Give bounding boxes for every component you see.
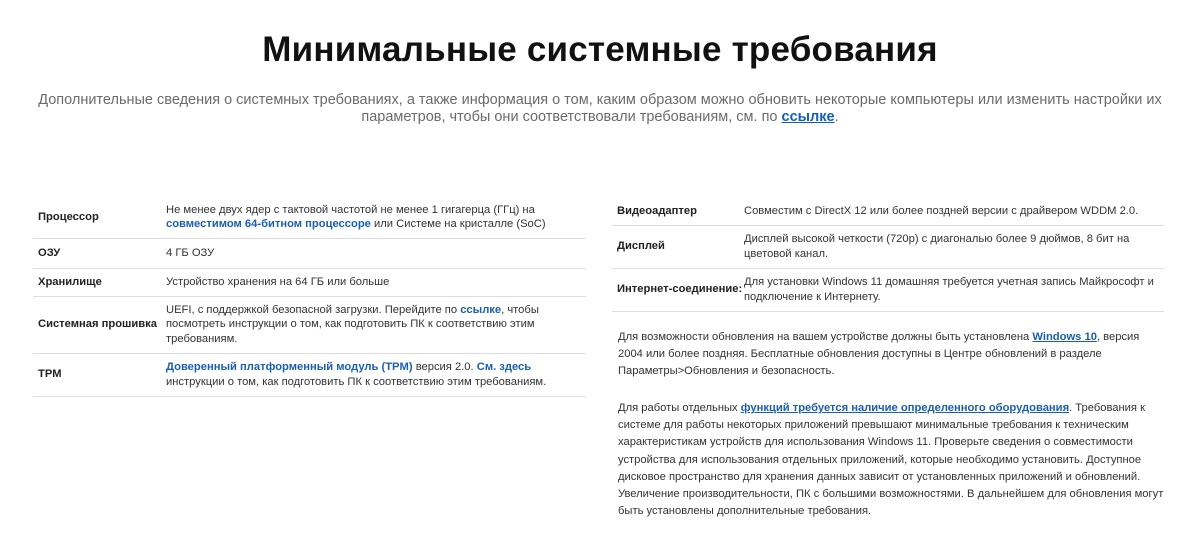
firmware-text-1: UEFI, с поддержкой безопасной загрузки. … — [166, 303, 458, 316]
tpm-label: TPM — [33, 353, 166, 397]
row-display: Дисплей Дисплей высокой четкости (720p) … — [612, 225, 1164, 269]
features-text-2: . Требования к системе для работы некото… — [618, 402, 1164, 518]
see-here-link[interactable]: См. здесь — [477, 361, 531, 373]
processor-label: Процессор — [33, 197, 166, 239]
firmware-label: Системная прошивка — [33, 296, 166, 354]
hardware-features-link[interactable]: функций требуется наличие определенного … — [741, 402, 1069, 414]
gpu-value: Совместим с DirectX 12 или более поздней… — [744, 197, 1164, 226]
features-text-1: Для работы отдельных — [618, 402, 738, 414]
gpu-label: Видеоадаптер — [612, 197, 744, 226]
compatible-processor-link[interactable]: совместимом 64-битном процессоре — [166, 218, 371, 230]
storage-label: Хранилище — [33, 268, 166, 297]
left-requirements-table: Процессор Не менее двух ядер с тактовой … — [33, 197, 586, 397]
row-internet: Интернет-соединение: Для установки Windo… — [612, 268, 1164, 312]
update-note: Для возможности обновления на вашем устр… — [618, 329, 1166, 381]
firmware-link[interactable]: ссылке — [460, 304, 501, 316]
internet-label: Интернет-соединение: — [612, 268, 744, 312]
ram-label: ОЗУ — [33, 238, 166, 269]
internet-value: Для установки Windows 11 домашняя требуе… — [744, 268, 1164, 312]
ram-value: 4 ГБ ОЗУ — [166, 238, 586, 269]
row-ram: ОЗУ 4 ГБ ОЗУ — [33, 238, 586, 269]
processor-value: Не менее двух ядер с тактовой частотой н… — [166, 197, 586, 239]
firmware-value: UEFI, с поддержкой безопасной загрузки. … — [166, 296, 586, 354]
tpm-text-2: инструкции о том, как подготовить ПК к с… — [166, 375, 547, 388]
display-label: Дисплей — [612, 225, 744, 269]
processor-text-1: Не менее двух ядер с тактовой частотой н… — [166, 203, 535, 216]
row-firmware: Системная прошивка UEFI, с поддержкой бе… — [33, 296, 586, 354]
processor-text-2: или Системе на кристалле (SoC) — [374, 218, 546, 231]
subtitle-link[interactable]: ссылке — [782, 109, 835, 125]
row-tpm: TPM Доверенный платформенный модуль (TPM… — [33, 353, 586, 397]
update-text-1: Для возможности обновления на вашем устр… — [618, 331, 1030, 343]
subtitle-text: Дополнительные сведения о системных треб… — [38, 92, 1162, 125]
storage-value: Устройство хранения на 64 ГБ или больше — [166, 268, 586, 297]
row-processor: Процессор Не менее двух ядер с тактовой … — [33, 197, 586, 239]
display-value: Дисплей высокой четкости (720p) с диагон… — [744, 225, 1164, 269]
tpm-link[interactable]: Доверенный платформенный модуль (TPM) — [166, 361, 413, 373]
page-title: Минимальные системные требования — [262, 30, 938, 69]
tpm-value: Доверенный платформенный модуль (TPM) ве… — [166, 353, 586, 397]
right-requirements-table: Видеоадаптер Совместим с DirectX 12 или … — [612, 197, 1164, 312]
page-subtitle: Дополнительные сведения о системных треб… — [30, 92, 1170, 126]
row-storage: Хранилище Устройство хранения на 64 ГБ и… — [33, 268, 586, 297]
tpm-text-1: версия 2.0. — [415, 361, 474, 373]
row-gpu: Видеоадаптер Совместим с DirectX 12 или … — [612, 197, 1164, 226]
windows-10-link[interactable]: Windows 10 — [1032, 331, 1097, 343]
subtitle-end: . — [834, 109, 839, 125]
features-note: Для работы отдельных функций требуется н… — [618, 400, 1166, 520]
